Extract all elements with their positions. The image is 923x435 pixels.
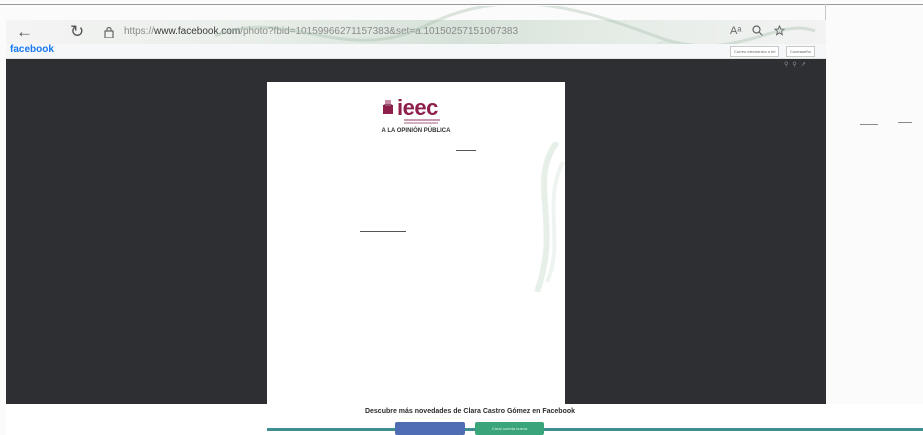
zoom-out-icon[interactable]: ⚲: [792, 62, 800, 68]
login-button[interactable]: [395, 422, 465, 435]
create-account-button[interactable]: Crear cuenta nueva: [475, 422, 544, 435]
refresh-icon[interactable]: ↻: [70, 22, 84, 42]
favorites-icon[interactable]: [773, 24, 786, 39]
top-divider: [0, 4, 923, 5]
ballot-box-icon: [383, 100, 393, 114]
text-rule: [456, 150, 476, 151]
facebook-logo[interactable]: facebook: [10, 44, 54, 55]
facebook-header: facebook Correo electrónico o tel Contra…: [6, 44, 826, 59]
email-field[interactable]: Correo electrónico o tel: [730, 46, 780, 57]
ieec-logo: ieec: [397, 95, 438, 120]
fullscreen-icon[interactable]: ↗: [801, 62, 810, 68]
logo-subtitle-line: [404, 119, 440, 121]
document-heading: A LA OPINIÓN PÚBLICA: [381, 128, 451, 134]
lock-icon[interactable]: [104, 24, 114, 44]
read-aloud-icon[interactable]: Aᵃ: [730, 25, 741, 37]
discover-more-text: Descubre más novedades de Clara Castro G…: [364, 408, 576, 415]
url-field[interactable]: https://www.facebook.com/photo?fbid=1015…: [124, 26, 518, 37]
password-field[interactable]: Contraseña: [786, 46, 815, 57]
document-page: ieec A LA OPINIÓN PÚBLICA: [267, 82, 565, 404]
text-rule: [360, 231, 406, 232]
document-watermark: [534, 142, 565, 292]
viewer-tools: ⚲⚲↗: [784, 61, 810, 68]
margin-dash: [898, 122, 912, 123]
browser-address-bar: ← ↻ https://www.facebook.com/photo?fbid=…: [6, 20, 826, 44]
logo-subtitle-line: [404, 122, 438, 124]
footer-rule: [267, 428, 923, 431]
margin-dash: [860, 124, 878, 125]
arrow-left-icon[interactable]: ←: [16, 22, 33, 42]
zoom-icon[interactable]: [752, 25, 763, 39]
